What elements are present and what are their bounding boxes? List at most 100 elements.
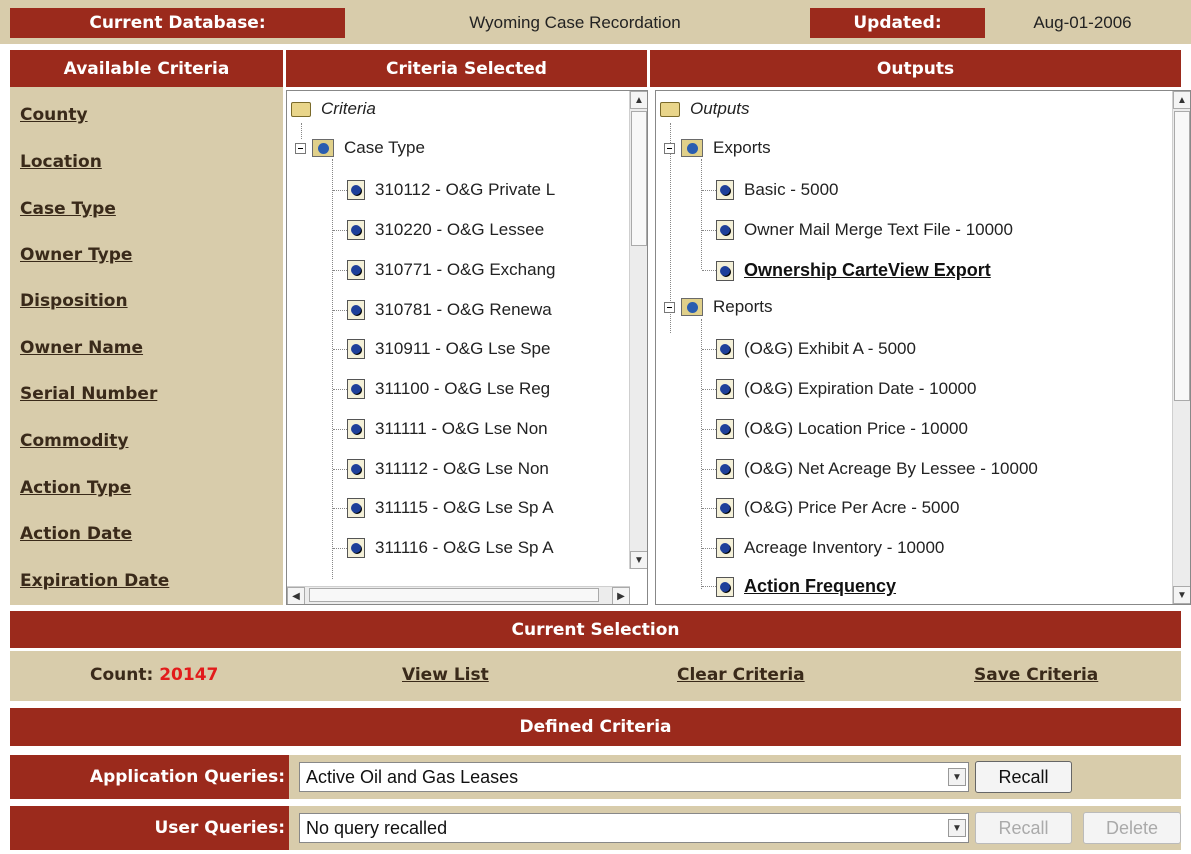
criteria-horizontal-scrollbar[interactable]: ◀ ▶ xyxy=(287,586,630,604)
item-icon xyxy=(347,260,365,280)
chevron-down-icon[interactable]: ▼ xyxy=(948,768,966,786)
collapse-icon[interactable] xyxy=(295,142,306,154)
outputs-vertical-scrollbar[interactable]: ▲ ▼ xyxy=(1172,91,1190,604)
reports-node[interactable]: Reports xyxy=(664,297,773,317)
criteria-item[interactable]: 311100 - O&G Lse Reg xyxy=(333,379,550,399)
scroll-thumb[interactable] xyxy=(1174,111,1190,401)
item-icon xyxy=(716,459,734,479)
criteria-item-label: 310112 - O&G Private L xyxy=(375,180,556,199)
criteria-link-action-date[interactable]: Action Date xyxy=(20,524,132,544)
criteria-link-owner-type[interactable]: Owner Type xyxy=(20,245,132,265)
criteria-item[interactable]: 311112 - O&G Lse Non xyxy=(333,459,549,479)
tree-connector xyxy=(702,547,716,549)
criteria-item-label: 311116 - O&G Lse Sp A xyxy=(375,538,554,557)
scroll-thumb[interactable] xyxy=(631,111,647,246)
scroll-down-icon[interactable]: ▼ xyxy=(1173,586,1190,604)
item-icon xyxy=(716,180,734,200)
criteria-item[interactable]: 311115 - O&G Lse Sp A xyxy=(333,498,554,518)
report-item[interactable]: (O&G) Expiration Date - 10000 xyxy=(702,379,976,399)
criteria-item[interactable]: 310781 - O&G Renewa xyxy=(333,300,552,320)
tree-connector xyxy=(702,428,716,430)
group-icon xyxy=(681,298,703,316)
folder-open-icon xyxy=(660,101,680,117)
application-queries-label: Application Queries: xyxy=(10,755,289,799)
item-icon xyxy=(716,260,734,281)
collapse-icon[interactable] xyxy=(664,142,675,154)
section-headers: Available Criteria Criteria Selected Out… xyxy=(10,50,1181,87)
defined-criteria-heading: Defined Criteria xyxy=(10,708,1181,746)
view-list-link[interactable]: View List xyxy=(402,665,489,685)
scroll-left-icon[interactable]: ◀ xyxy=(287,587,305,604)
criteria-item[interactable]: 310911 - O&G Lse Spe xyxy=(333,339,550,359)
exports-node[interactable]: Exports xyxy=(664,138,771,158)
group-icon xyxy=(312,139,334,157)
item-icon xyxy=(716,538,734,558)
item-icon xyxy=(716,498,734,518)
clear-criteria-link[interactable]: Clear Criteria xyxy=(677,665,805,685)
criteria-link-case-type[interactable]: Case Type xyxy=(20,199,116,219)
item-icon xyxy=(347,379,365,399)
criteria-link-county[interactable]: County xyxy=(20,105,88,125)
user-delete-button[interactable]: Delete xyxy=(1083,812,1181,844)
criteria-link-serial-number[interactable]: Serial Number xyxy=(20,384,157,404)
save-criteria-link[interactable]: Save Criteria xyxy=(974,665,1098,685)
chevron-down-icon[interactable]: ▼ xyxy=(948,819,966,837)
criteria-tree-panel: Criteria Case Type 310112 - O&G Private … xyxy=(286,90,648,605)
user-queries-label: User Queries: xyxy=(10,806,289,850)
case-type-node[interactable]: Case Type xyxy=(295,138,425,158)
user-queries-select[interactable]: No query recalled ▼ xyxy=(299,813,969,843)
report-item[interactable]: (O&G) Location Price - 10000 xyxy=(702,419,968,439)
export-item[interactable]: Owner Mail Merge Text File - 10000 xyxy=(702,220,1013,240)
collapse-icon[interactable] xyxy=(664,301,675,313)
criteria-item-label: 311100 - O&G Lse Reg xyxy=(375,379,551,398)
outputs-root-node[interactable]: Outputs xyxy=(660,99,750,119)
export-item-label: Ownership CarteView Export xyxy=(744,260,991,280)
criteria-vertical-scrollbar[interactable]: ▲ ▼ xyxy=(629,91,647,569)
report-item[interactable]: (O&G) Price Per Acre - 5000 xyxy=(702,498,959,518)
tree-connector xyxy=(333,507,347,509)
criteria-link-disposition[interactable]: Disposition xyxy=(20,291,128,311)
tree-connector xyxy=(702,189,716,191)
item-icon xyxy=(716,379,734,399)
criteria-item-label: 311112 - O&G Lse Non xyxy=(375,459,549,478)
application-queries-select[interactable]: Active Oil and Gas Leases ▼ xyxy=(299,762,969,792)
scroll-up-icon[interactable]: ▲ xyxy=(630,91,647,109)
criteria-item[interactable]: 311111 - O&G Lse Non xyxy=(333,419,548,439)
app-recall-button[interactable]: Recall xyxy=(975,761,1072,793)
item-icon xyxy=(716,339,734,359)
report-item-label: (O&G) Expiration Date - 10000 xyxy=(744,379,977,398)
criteria-item-label: 310781 - O&G Renewa xyxy=(375,300,552,319)
export-item[interactable]: Ownership CarteView Export xyxy=(702,260,991,281)
criteria-link-expiration-date[interactable]: Expiration Date xyxy=(20,571,169,591)
scroll-up-icon[interactable]: ▲ xyxy=(1173,91,1190,109)
export-item[interactable]: Basic - 5000 xyxy=(702,180,839,200)
criteria-item[interactable]: 310112 - O&G Private L xyxy=(333,180,555,200)
tree-connector xyxy=(301,123,302,139)
item-icon xyxy=(347,538,365,558)
current-selection-heading: Current Selection xyxy=(10,611,1181,648)
criteria-link-action-type[interactable]: Action Type xyxy=(20,478,131,498)
header-bar: Current Database: Wyoming Case Recordati… xyxy=(0,0,1191,44)
criteria-link-location[interactable]: Location xyxy=(20,152,102,172)
criteria-item[interactable]: 311116 - O&G Lse Sp A xyxy=(333,538,554,558)
scroll-down-icon[interactable]: ▼ xyxy=(630,551,647,569)
application-queries-row: Application Queries: Active Oil and Gas … xyxy=(10,755,1181,799)
report-item[interactable]: Action Frequency xyxy=(702,576,896,597)
criteria-root-node[interactable]: Criteria xyxy=(291,99,376,119)
scroll-right-icon[interactable]: ▶ xyxy=(612,587,630,604)
current-selection-row: Count: 20147 View List Clear Criteria Sa… xyxy=(10,651,1181,701)
criteria-link-owner-name[interactable]: Owner Name xyxy=(20,338,143,358)
report-item-label: (O&G) Net Acreage By Lessee - 10000 xyxy=(744,459,1038,478)
criteria-link-commodity[interactable]: Commodity xyxy=(20,431,128,451)
user-recall-button[interactable]: Recall xyxy=(975,812,1072,844)
outputs-root-label: Outputs xyxy=(690,99,750,118)
report-item[interactable]: (O&G) Exhibit A - 5000 xyxy=(702,339,916,359)
item-icon xyxy=(347,419,365,439)
criteria-root-label: Criteria xyxy=(321,99,376,118)
report-item[interactable]: (O&G) Net Acreage By Lessee - 10000 xyxy=(702,459,1038,479)
criteria-item[interactable]: 310220 - O&G Lessee xyxy=(333,220,544,240)
criteria-item-label: 311111 - O&G Lse Non xyxy=(375,419,548,438)
criteria-item[interactable]: 310771 - O&G Exchang xyxy=(333,260,556,280)
report-item[interactable]: Acreage Inventory - 10000 xyxy=(702,538,944,558)
scroll-thumb[interactable] xyxy=(309,588,599,602)
